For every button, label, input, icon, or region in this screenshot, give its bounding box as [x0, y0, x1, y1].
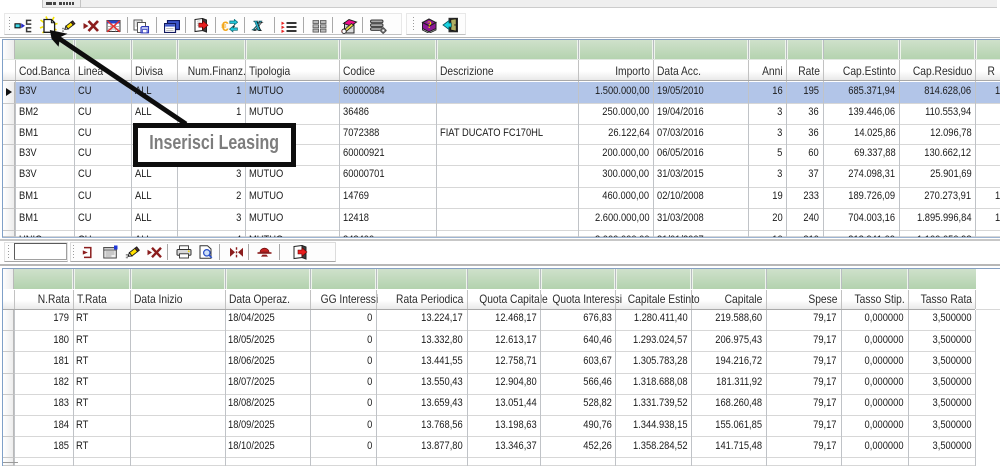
svg-text:?: ?: [427, 20, 432, 30]
svg-text:X: X: [251, 19, 262, 33]
